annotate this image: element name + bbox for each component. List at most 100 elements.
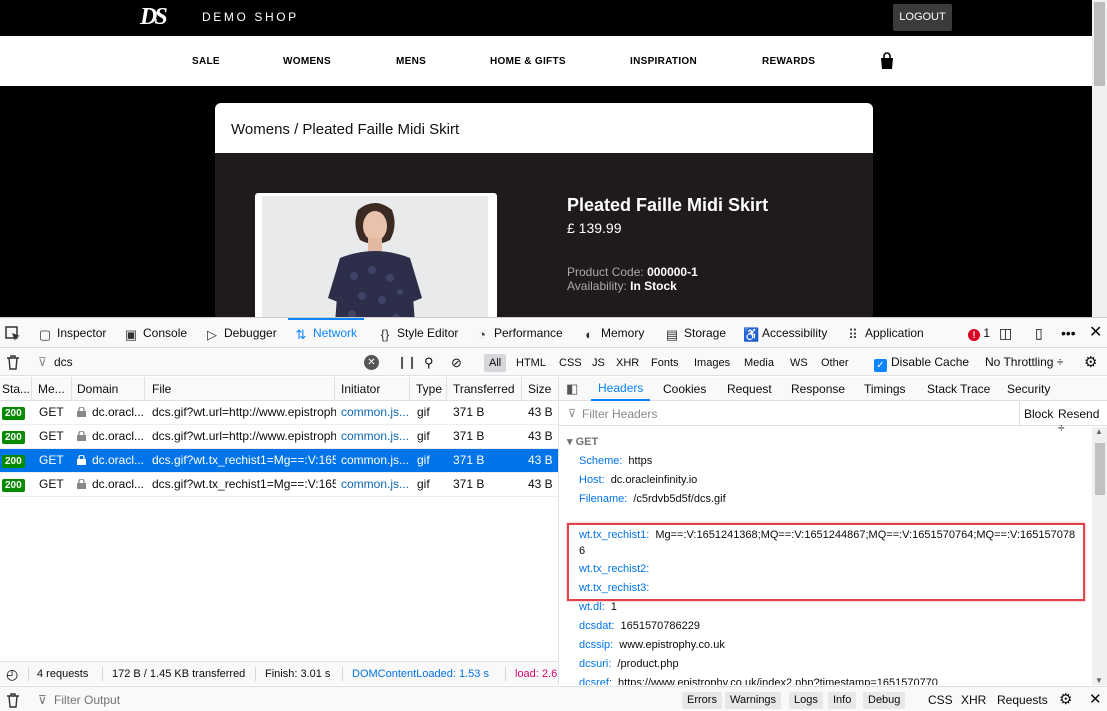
col-method[interactable]: Me... [36,377,72,401]
console-filter-debug[interactable]: Debug [863,692,906,709]
details-tab-timings[interactable]: Timings [864,377,906,401]
cell-file: dcs.gif?wt.url=http://www.epistrophy [152,429,336,443]
pause-icon[interactable]: ❙❙ [397,349,417,376]
details-tab-cookies[interactable]: Cookies [663,377,706,401]
console-filter-xhr[interactable]: XHR [961,687,986,711]
cell-initiator: common.js... [341,477,410,491]
table-row[interactable]: 200 GET dc.oracl... dcs.gif?wt.tx_rechist1=… [0,473,558,497]
details-tab-security[interactable]: Security [1007,377,1050,401]
cell-domain: dc.oracl... [77,425,147,448]
type-filter-html[interactable]: HTML [511,354,551,372]
domain-text: dc.oracl... [92,405,145,419]
param-key: dcssip: [579,639,614,651]
settings-gear-icon[interactable]: ⚙ [1084,349,1097,376]
close-devtools-icon[interactable]: ✕ [1089,318,1102,348]
details-scrollbar[interactable]: ▲ ▼ [1092,427,1107,685]
trash-icon[interactable] [6,355,20,370]
col-initiator[interactable]: Initiator [339,377,410,401]
throttling-select[interactable]: No Throttling ÷ [985,349,1063,376]
type-filter-all[interactable]: All [484,354,507,372]
cell-method: GET [39,405,64,419]
details-tab-request[interactable]: Request [727,377,772,401]
search-icon[interactable]: ⚲ [424,349,434,376]
type-filter-css[interactable]: CSS [554,354,587,372]
table-row[interactable]: 200 GET dc.oracl... dcs.gif?wt.tx_rechist1=… [0,449,558,473]
tab-console[interactable]: ▣ Console [124,318,187,348]
shopping-bag-icon[interactable] [878,52,896,70]
console-filter-css[interactable]: CSS [928,687,953,711]
details-tab-response[interactable]: Response [791,377,845,401]
console-filter-logs[interactable]: Logs [789,692,823,709]
table-row[interactable]: 200 GET dc.oracl... dcs.gif?wt.url=http://w… [0,401,558,425]
filter-headers-input[interactable]: Filter Headers [582,407,657,421]
page-scrollbar[interactable] [1092,0,1107,317]
table-row[interactable]: 200 GET dc.oracl... dcs.gif?wt.url=http://w… [0,425,558,449]
col-status[interactable]: Sta... [0,377,32,401]
page-scrollbar-thumb[interactable] [1094,2,1105,86]
col-type[interactable]: Type [414,377,447,401]
dock-side-icon[interactable]: ◫ [999,318,1012,348]
nav-sale[interactable]: SALE [192,56,220,67]
console-filter-input[interactable]: Filter Output [54,687,120,711]
tab-performance[interactable]: ◔ Performance [475,318,563,348]
block-button[interactable]: Block [1024,407,1053,421]
tab-accessibility[interactable]: ♿ Accessibility [743,318,827,348]
details-tab-stack-trace[interactable]: Stack Trace [927,377,990,401]
more-options-icon[interactable]: ••• [1061,318,1076,348]
tab-application[interactable]: ⠿ Application [846,318,923,348]
type-filter-xhr[interactable]: XHR [611,354,644,372]
cell-type: gif [417,453,430,467]
col-domain[interactable]: Domain [75,377,145,401]
scroll-down-icon[interactable]: ▼ [1095,676,1103,685]
type-filter-fonts[interactable]: Fonts [646,354,684,372]
close-console-icon[interactable]: ✕ [1089,687,1102,711]
console-filter-warnings[interactable]: Warnings [725,692,782,709]
tab-debugger[interactable]: ▷ Debugger [205,318,277,348]
type-filter-js[interactable]: JS [587,354,610,372]
load-time: load: 2.6 [515,668,558,680]
url-filter-input[interactable]: dcs [54,349,73,376]
console-filter-info[interactable]: Info [828,692,857,709]
tab-memory[interactable]: ◐ Memory [582,318,644,348]
headers-section-title[interactable]: ▾ GET [567,435,598,448]
nav-womens[interactable]: WOMENS [283,56,331,67]
tab-network[interactable]: ⇅ Network [288,318,365,348]
nav-inspiration[interactable]: INSPIRATION [630,56,697,67]
responsive-mode-icon[interactable]: ▯ [1035,318,1043,348]
scroll-up-icon[interactable]: ▲ [1095,427,1103,436]
disable-cache-checkbox[interactable]: ✓ [874,359,887,372]
console-filter-errors[interactable]: Errors [682,692,722,709]
tab-inspector[interactable]: ▢ Inspector [38,318,107,348]
details-tab-headers[interactable]: Headers [591,377,651,401]
type-filter-images[interactable]: Images [689,354,735,372]
site-logo[interactable]: DS [140,4,168,31]
error-counter[interactable]: ! 1 [968,318,990,348]
console-filter-requests[interactable]: Requests [997,687,1048,711]
disable-cache-toggle[interactable]: ✓ Disable Cache [874,349,969,376]
details-scrollbar-thumb[interactable] [1095,443,1105,495]
type-filter-ws[interactable]: WS [785,354,813,372]
block-requests-icon[interactable]: ⊘ [451,349,462,376]
element-picker-icon[interactable] [5,326,21,342]
type-filter-media[interactable]: Media [739,354,779,372]
col-file[interactable]: File [150,377,335,401]
col-size[interactable]: Size [526,377,558,401]
type-filter-other[interactable]: Other [816,354,854,372]
logout-button[interactable]: LOGOUT [893,4,952,31]
nav-rewards[interactable]: REWARDS [762,56,815,67]
tab-storage[interactable]: ▤ Storage [665,318,726,348]
cell-transferred: 371 B [453,477,485,491]
nav-mens[interactable]: MENS [396,56,426,67]
status-badge: 200 [2,431,25,444]
performance-analysis-icon[interactable]: ◴ [6,662,18,686]
product-image[interactable] [262,196,488,317]
tab-style-editor[interactable]: {} Style Editor [378,318,459,348]
nav-home-gifts[interactable]: HOME & GIFTS [490,56,566,67]
col-transferred[interactable]: Transferred [451,377,522,401]
clear-filter-icon[interactable]: ✕ [364,355,379,370]
console-settings-gear-icon[interactable]: ⚙ [1059,687,1072,711]
clear-console-icon[interactable] [6,693,20,708]
toggle-sidebar-icon[interactable]: ◧ [566,377,578,401]
product-availability: Availability: In Stock [567,279,677,293]
param-key: Filename: [579,493,628,505]
